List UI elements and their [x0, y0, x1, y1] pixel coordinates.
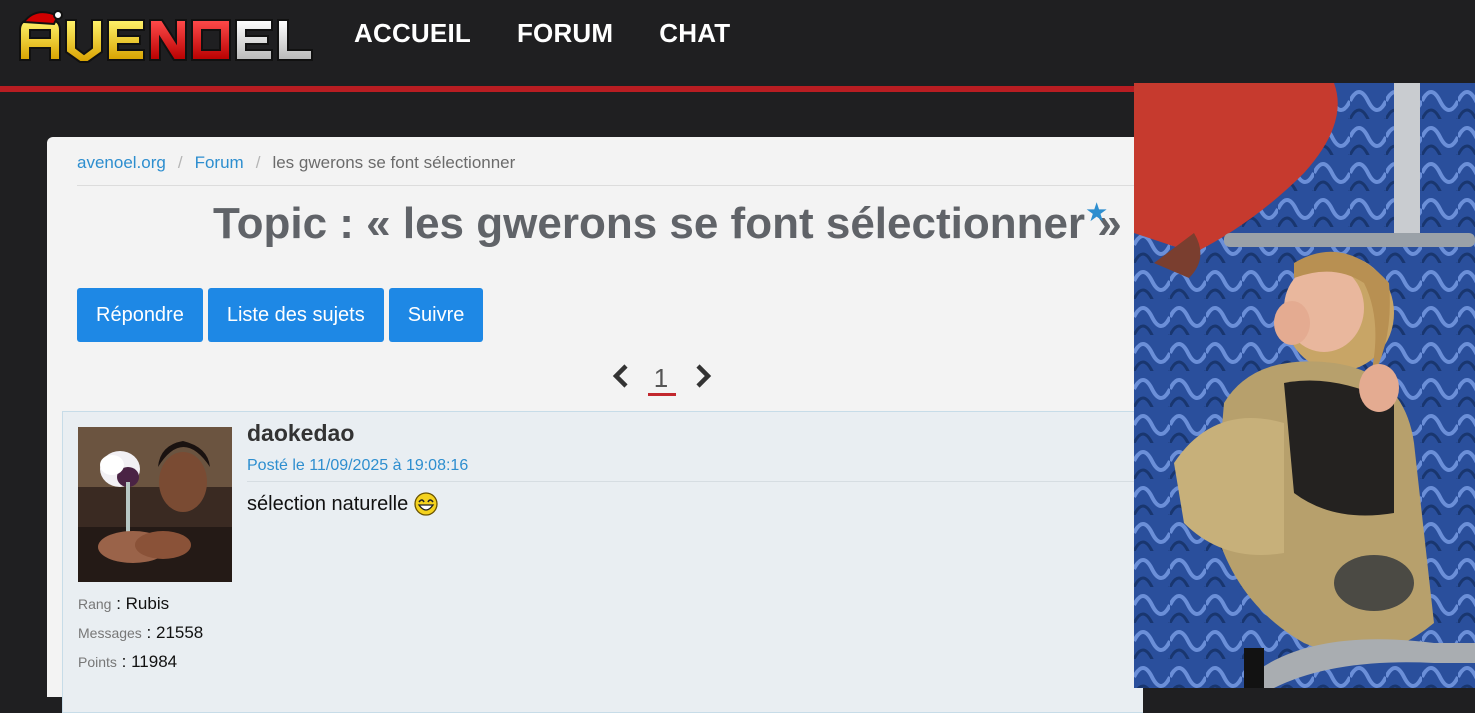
chevron-left-icon[interactable] — [609, 363, 633, 389]
stat-messages: Messages : 21558 — [78, 623, 203, 652]
nav-accueil[interactable]: ACCUEIL — [354, 18, 471, 49]
topic-list-button[interactable]: Liste des sujets — [207, 288, 384, 342]
stat-points: Points : 11984 — [78, 652, 203, 681]
breadcrumb-divider — [77, 185, 1137, 186]
breadcrumb-forum[interactable]: Forum — [195, 153, 244, 172]
pagination: 1 — [609, 359, 719, 399]
page-number[interactable]: 1 — [647, 363, 675, 394]
rank-value: : Rubis — [116, 594, 170, 613]
breadcrumb-sep: / — [255, 153, 261, 172]
embedded-video[interactable] — [1134, 83, 1475, 688]
author-stats: Rang : Rubis Messages : 21558 Points : 1… — [78, 594, 203, 681]
points-label: Points — [78, 654, 117, 670]
topic-panel: avenoel.org / Forum / les gwerons se font sé… — [47, 137, 1143, 713]
topic-actions: Répondre Liste des sujets Suivre — [77, 288, 484, 342]
post-date[interactable]: Posté le 11/09/2025 à 19:08:16 — [247, 457, 468, 475]
breadcrumb: avenoel.org / Forum / les gwerons se font sé… — [77, 153, 515, 173]
post-content: sélection naturelle — [247, 492, 438, 516]
post-author[interactable]: daokedao — [247, 420, 354, 447]
site-logo[interactable] — [16, 8, 316, 66]
nav-forum[interactable]: FORUM — [517, 18, 613, 49]
rank-label: Rang — [78, 596, 112, 612]
messages-value: : 21558 — [146, 623, 204, 642]
laughing-smiley-icon — [414, 492, 438, 516]
follow-button[interactable]: Suivre — [388, 288, 484, 342]
favorite-star-icon[interactable]: ★ — [1085, 197, 1108, 228]
main-nav: ACCUEIL FORUM CHAT — [354, 18, 730, 49]
points-value: : 11984 — [121, 652, 178, 671]
forum-post: daokedao Posté le 11/09/2025 à 19:08:16 … — [62, 411, 1143, 713]
nav-chat[interactable]: CHAT — [659, 18, 730, 49]
page-title: Topic : « les gwerons se font sélectionn… — [213, 199, 1122, 248]
stat-rank: Rang : Rubis — [78, 594, 203, 623]
breadcrumb-current: les gwerons se font sélectionner — [272, 153, 516, 172]
messages-label: Messages — [78, 625, 142, 641]
post-divider — [247, 481, 1137, 482]
reply-button[interactable]: Répondre — [77, 288, 203, 342]
top-navbar: ACCUEIL FORUM CHAT — [0, 0, 1475, 86]
header-rule — [0, 86, 1134, 92]
post-text: sélection naturelle — [247, 492, 409, 515]
chevron-right-icon[interactable] — [691, 363, 715, 389]
breadcrumb-sep: / — [177, 153, 183, 172]
breadcrumb-site[interactable]: avenoel.org — [77, 153, 166, 172]
active-page-underline — [648, 393, 676, 396]
avatar[interactable] — [78, 427, 232, 582]
